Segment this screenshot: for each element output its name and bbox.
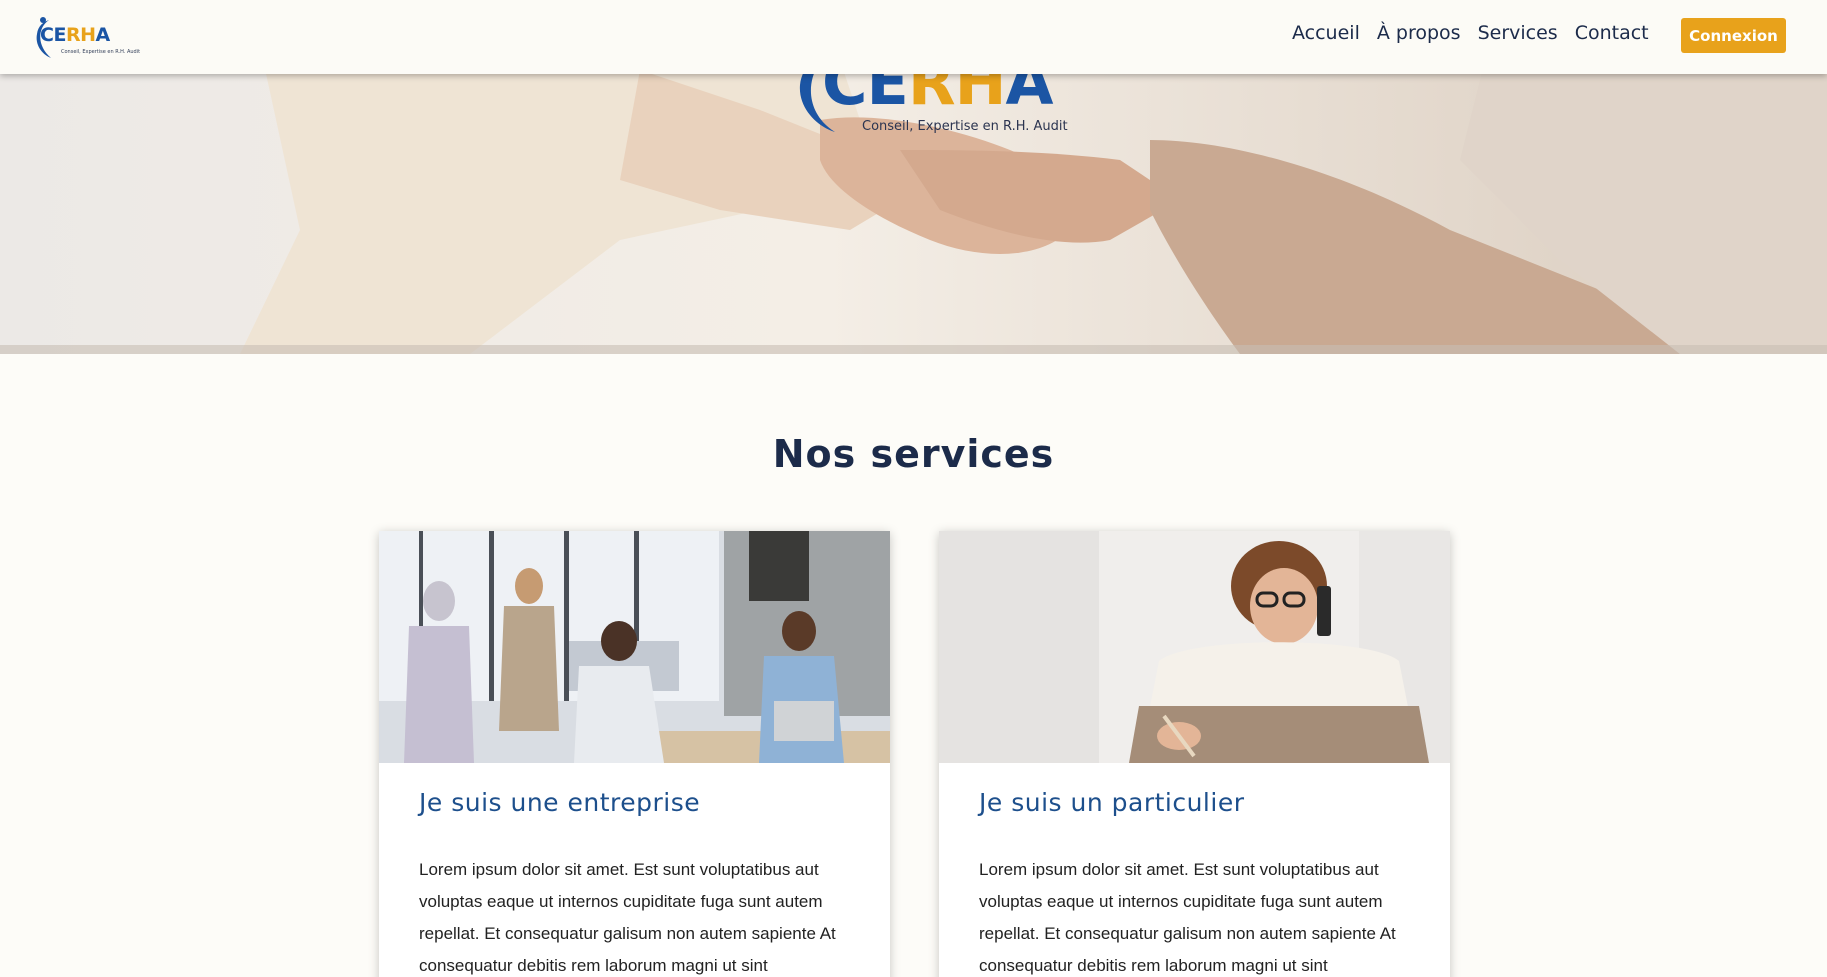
woman-phone-image bbox=[939, 531, 1450, 763]
card-text: Lorem ipsum dolor sit amet. Est sunt vol… bbox=[979, 860, 1396, 975]
main-nav: Accueil À propos Services Contact bbox=[1292, 22, 1649, 44]
nav-services[interactable]: Services bbox=[1478, 22, 1558, 44]
service-card-particulier[interactable]: Je suis un particulier Lorem ipsum dolor… bbox=[939, 531, 1450, 977]
card-text: Lorem ipsum dolor sit amet. Est sunt vol… bbox=[419, 860, 836, 975]
site-header: CERHA Conseil, Expertise en R.H. Audit A… bbox=[0, 0, 1827, 74]
hero-logo-tagline: Conseil, Expertise en R.H. Audit bbox=[862, 119, 1068, 134]
service-card-entreprise[interactable]: Je suis une entreprise Lorem ipsum dolor… bbox=[379, 531, 890, 977]
logo-tagline: Conseil, Expertise en R.H. Audit bbox=[61, 49, 141, 55]
site-logo[interactable]: CERHA Conseil, Expertise en R.H. Audit bbox=[35, 12, 140, 60]
nav-a-propos[interactable]: À propos bbox=[1377, 22, 1461, 44]
card-title[interactable]: Je suis une entreprise bbox=[419, 788, 700, 817]
login-button[interactable]: Connexion bbox=[1681, 18, 1786, 53]
card-title[interactable]: Je suis un particulier bbox=[979, 788, 1244, 817]
logo-text: CERHA bbox=[40, 24, 110, 46]
nav-contact[interactable]: Contact bbox=[1575, 22, 1649, 44]
section-title: Nos services bbox=[772, 432, 1055, 476]
nav-accueil[interactable]: Accueil bbox=[1292, 22, 1360, 44]
office-meeting-image bbox=[379, 531, 890, 763]
